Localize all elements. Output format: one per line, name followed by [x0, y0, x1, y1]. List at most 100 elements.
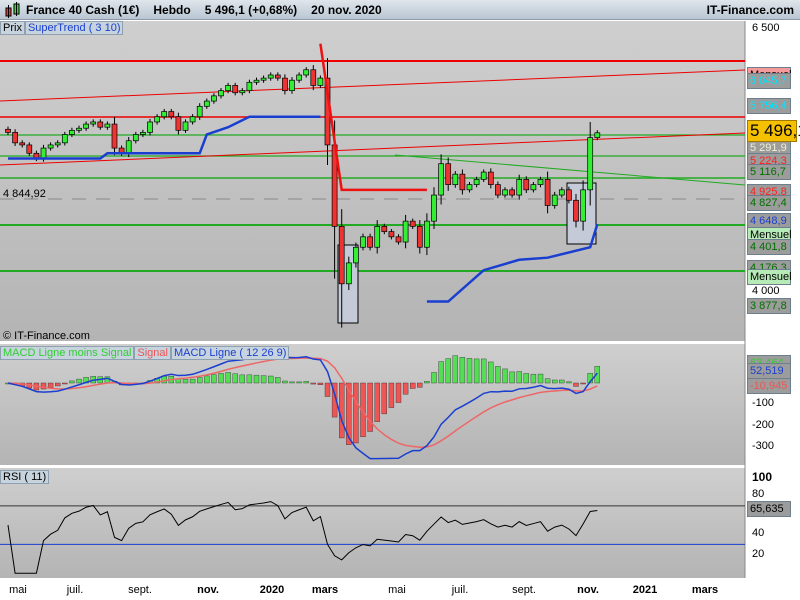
macd-histogram-bar	[438, 361, 444, 384]
rsi-panel	[0, 468, 745, 578]
macd-histogram-bar	[239, 374, 246, 384]
candle-body	[558, 189, 565, 196]
macd-histogram-bar	[466, 358, 473, 384]
macd-histogram-bar	[289, 381, 295, 384]
axis-tick: -200	[752, 419, 775, 431]
candle-body	[296, 74, 302, 81]
macd-histogram-bar	[339, 382, 345, 439]
rsi-tabs: RSI ( 11)	[0, 470, 50, 484]
macd-line-value: 52,519	[747, 363, 791, 379]
candle-body	[367, 236, 373, 248]
macd-histogram-bar	[410, 382, 416, 389]
candle-body	[587, 137, 594, 191]
candle-body	[83, 123, 89, 129]
candle-body	[161, 111, 168, 118]
candle-body	[61, 134, 68, 144]
tab-macd-line[interactable]: MACD Ligne ( 12 26 9)	[170, 346, 290, 360]
candle-body	[104, 123, 111, 128]
candle-body	[111, 123, 118, 149]
macd-histogram-bar	[246, 374, 253, 384]
candle-body	[239, 90, 246, 94]
axis-tick: 20	[752, 548, 765, 560]
date-tick: nov.	[197, 584, 219, 596]
tab-macd-hist[interactable]: MACD Ligne moins Signal	[0, 346, 135, 360]
candle-body	[90, 121, 97, 125]
axis-tick: 4 000	[752, 285, 782, 297]
date-tick: mai	[9, 584, 27, 596]
macd-histogram-bar	[452, 355, 458, 384]
left-level-label: 4 844,92	[3, 188, 46, 200]
candle-body	[274, 74, 281, 79]
macd-histogram-bar	[282, 380, 288, 384]
macd-histogram-bar	[495, 366, 501, 384]
level-label: Mensuel	[747, 268, 792, 285]
macd-histogram-bar	[580, 382, 586, 385]
candle-body	[225, 85, 231, 91]
candle-body	[431, 194, 437, 222]
candle-body	[566, 189, 572, 201]
macd-histogram-bar	[268, 375, 274, 384]
macd-histogram-bar	[459, 357, 466, 384]
candle-body	[466, 184, 473, 191]
candle-body	[338, 226, 345, 285]
macd-histogram-bar	[417, 382, 423, 388]
macd-histogram-bar	[182, 379, 189, 384]
macd-histogram-bar	[353, 382, 359, 444]
candle-body	[580, 189, 586, 222]
candle-body	[523, 179, 530, 191]
candle-body	[246, 81, 253, 91]
macd-histogram-bar	[395, 382, 402, 403]
chart-canvas[interactable]	[0, 0, 800, 600]
price-tabs: Prix SuperTrend ( 3 10)	[0, 21, 124, 35]
candle-body	[12, 132, 18, 144]
macd-histogram-bar	[232, 373, 238, 384]
macd-histogram-bar	[381, 382, 387, 415]
candle-body	[40, 147, 47, 159]
date-tick: juil.	[451, 584, 469, 596]
tab-rsi[interactable]: RSI ( 11)	[0, 470, 50, 484]
price-panel	[0, 21, 745, 341]
macd-histogram-bar	[488, 361, 494, 384]
macd-histogram-bar	[303, 381, 309, 384]
macd-histogram-bar	[296, 381, 302, 384]
candle-body	[487, 171, 494, 185]
tab-macd-signal[interactable]: Signal	[134, 346, 171, 360]
date-tick: juil.	[66, 584, 84, 596]
candle-body	[438, 163, 444, 196]
macd-histogram-bar	[62, 382, 68, 385]
macd-histogram-bar	[523, 373, 529, 384]
candle-body	[260, 77, 267, 81]
candle-body	[132, 134, 139, 142]
macd-histogram-bar	[196, 377, 203, 384]
candle-body	[537, 179, 544, 185]
axis-tick: -100	[752, 397, 775, 409]
candle-body	[69, 129, 75, 135]
candle-body	[196, 105, 203, 118]
candle-body	[381, 226, 388, 232]
candle-body	[26, 144, 33, 154]
candle-body	[480, 171, 487, 180]
macd-histogram-bar	[481, 358, 487, 384]
macd-histogram-bar	[552, 379, 558, 384]
candle-body	[47, 144, 54, 149]
candle-body	[303, 69, 310, 76]
candle-body	[168, 111, 175, 118]
axis-tick: 40	[752, 527, 765, 539]
tab-prix[interactable]: Prix	[0, 21, 25, 35]
candle-body	[395, 236, 402, 243]
macd-histogram-bar	[544, 378, 551, 384]
candle-body	[175, 116, 182, 131]
macd-histogram-bar	[374, 382, 380, 422]
candle-body	[573, 199, 579, 222]
macd-histogram-bar	[76, 378, 82, 384]
macd-histogram-bar	[310, 382, 316, 385]
date-tick: 2021	[632, 584, 658, 596]
candle-body	[459, 173, 466, 191]
macd-histogram-bar	[189, 378, 196, 384]
candle-body	[19, 142, 26, 146]
candle-body	[551, 194, 558, 206]
current-price-badge: 5 496,1	[747, 120, 800, 142]
level-label: 3 877,8	[747, 297, 791, 314]
macd-histogram-bar	[402, 382, 409, 395]
tab-supertrend[interactable]: SuperTrend ( 3 10)	[24, 21, 124, 35]
